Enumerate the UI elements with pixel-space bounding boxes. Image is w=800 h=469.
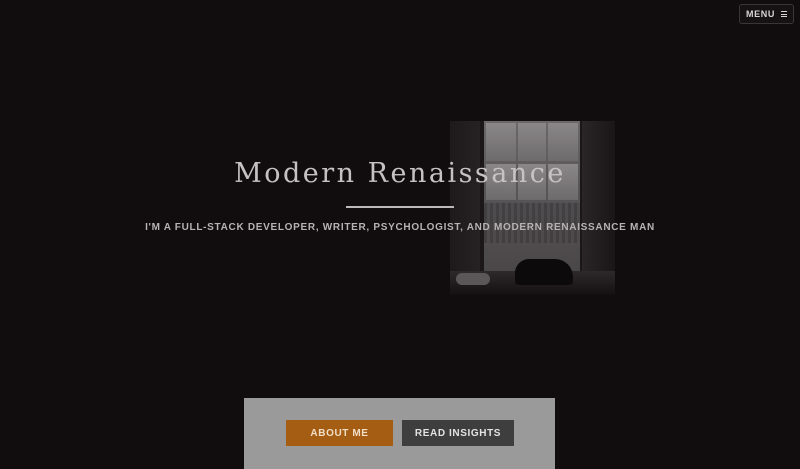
title-divider: [346, 206, 454, 208]
menu-button[interactable]: MENU: [739, 4, 794, 24]
read-insights-button[interactable]: READ INSIGHTS: [402, 420, 514, 446]
hero-window-photo: [450, 121, 615, 295]
about-me-button[interactable]: ABOUT ME: [286, 420, 393, 446]
menu-label: MENU: [746, 9, 775, 19]
site-tagline: I'M A FULL-STACK DEVELOPER, WRITER, PSYC…: [145, 222, 655, 233]
site-title: Modern Renaissance: [234, 158, 566, 189]
hamburger-icon: [780, 11, 787, 17]
cta-panel: ABOUT ME READ INSIGHTS: [244, 398, 555, 469]
